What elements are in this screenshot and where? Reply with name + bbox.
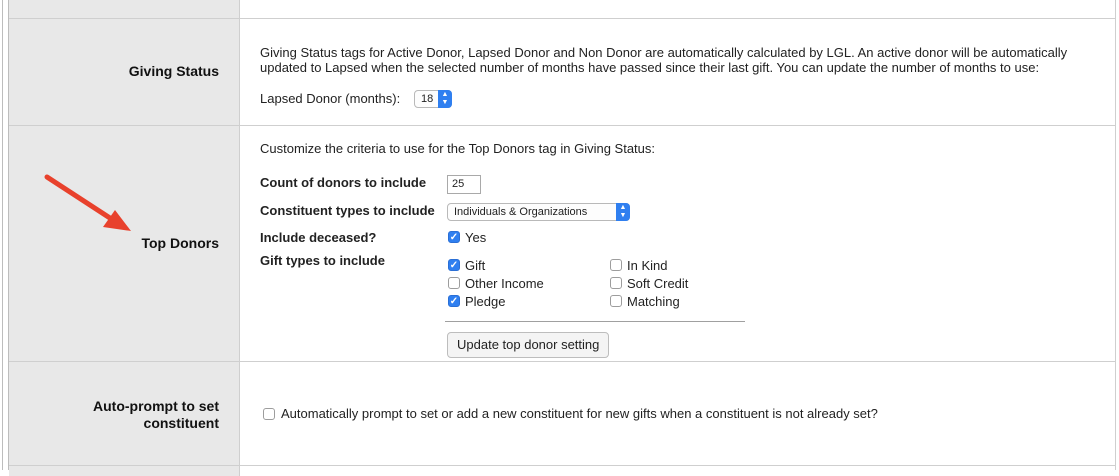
include-deceased-option: Yes — [465, 230, 487, 245]
gift-type-soft-credit-label: Soft Credit — [627, 276, 689, 291]
include-deceased-label: Include deceased? — [260, 230, 377, 245]
gift-type-other-income-checkbox[interactable] — [448, 277, 460, 289]
auto-prompt-row: Auto-prompt to set constituent Automatic… — [9, 362, 1115, 466]
gift-type-in-kind-label: In Kind — [627, 258, 668, 273]
giving-status-description: Giving Status tags for Active Donor, Lap… — [260, 45, 1068, 75]
update-top-donor-button[interactable]: Update top donor setting — [447, 332, 610, 358]
top-donors-row: Top Donors Customize the criteria to use… — [9, 126, 1115, 362]
auto-prompt-label-line1: Auto-prompt to set — [93, 398, 219, 414]
divider — [445, 321, 745, 322]
top-donors-label-cell: Top Donors — [9, 126, 240, 361]
lapsed-donor-months-select[interactable]: 18 ▲ ▼ — [414, 90, 452, 108]
count-of-donors-label: Count of donors to include — [260, 175, 427, 190]
gift-type-soft-credit-checkbox[interactable] — [610, 277, 622, 289]
gift-type-gift-checkbox[interactable]: ✓ — [448, 259, 460, 271]
next-setting-label-cell — [9, 466, 240, 476]
include-deceased-checkbox[interactable]: ✓ — [448, 231, 460, 243]
gift-types-label: Gift types to include — [260, 253, 385, 268]
constituent-types-select[interactable]: Individuals & Organizations ▲ ▼ — [447, 203, 630, 221]
top-donors-content: Customize the criteria to use for the To… — [240, 126, 1115, 361]
lapsed-donor-months-value: 18 — [421, 93, 434, 105]
red-annotation-arrow-icon — [44, 174, 131, 231]
gift-type-matching-label: Matching — [627, 294, 680, 309]
auto-prompt-checkbox[interactable] — [263, 408, 275, 420]
giving-status-label: Giving Status — [128, 63, 219, 79]
top-donors-intro: Customize the criteria to use for the To… — [260, 141, 656, 156]
count-of-donors-input[interactable]: 25 — [447, 175, 481, 194]
select-arrows-icon: ▲ ▼ — [438, 90, 452, 108]
count-of-donors-value: 25 — [452, 178, 465, 190]
constituent-types-label: Constituent types to include — [260, 203, 435, 218]
gift-type-gift-label: Gift — [465, 258, 486, 273]
select-arrows-icon: ▲ ▼ — [616, 203, 630, 221]
top-donors-label: Top Donors — [141, 235, 219, 251]
gift-type-in-kind-checkbox[interactable] — [610, 259, 622, 271]
previous-setting-row — [9, 0, 1115, 19]
gift-type-matching-checkbox[interactable] — [610, 295, 622, 307]
gift-type-pledge-checkbox[interactable]: ✓ — [448, 295, 460, 307]
auto-prompt-label: Auto-prompt to set constituent — [93, 398, 219, 432]
giving-status-row: Giving Status Giving Status tags for Act… — [9, 19, 1115, 126]
next-setting-row — [9, 466, 1115, 476]
giving-status-label-cell: Giving Status — [9, 19, 240, 125]
gift-type-pledge-label: Pledge — [465, 294, 506, 309]
previous-setting-label-cell — [9, 0, 240, 18]
lapsed-donor-label: Lapsed Donor (months): — [260, 91, 401, 106]
constituent-types-value: Individuals & Organizations — [454, 206, 588, 218]
gift-type-other-income-label: Other Income — [465, 276, 544, 291]
auto-prompt-label-line2: constituent — [143, 415, 219, 431]
auto-prompt-content: Automatically prompt to set or add a new… — [240, 362, 1115, 465]
giving-status-content: Giving Status tags for Active Donor, Lap… — [240, 19, 1115, 125]
settings-table: Giving Status Giving Status tags for Act… — [9, 0, 1116, 476]
auto-prompt-checkbox-label: Automatically prompt to set or add a new… — [281, 406, 878, 421]
auto-prompt-label-cell: Auto-prompt to set constituent — [9, 362, 240, 465]
